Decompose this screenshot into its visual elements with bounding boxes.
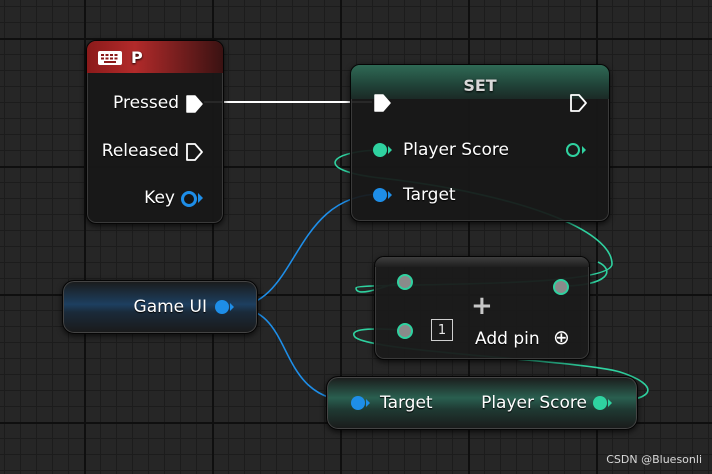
set-target-pin[interactable] xyxy=(373,188,392,202)
add-input-b-circle xyxy=(397,323,413,339)
pressed-label: Pressed xyxy=(113,93,179,113)
key-pin-circle xyxy=(181,191,197,207)
set-exec-out-pin[interactable] xyxy=(569,93,589,113)
game-ui-variable-node[interactable]: Game UI xyxy=(62,280,258,334)
get-player-score-out-pin[interactable] xyxy=(593,396,612,410)
set-target-label: Target xyxy=(403,185,456,205)
blueprint-graph-canvas[interactable]: P Pressed Released Key SET Player Score xyxy=(0,0,712,474)
game-ui-pin-circle xyxy=(215,300,229,314)
add-output-pin[interactable] xyxy=(553,279,569,295)
key-pin-arrow xyxy=(198,193,203,203)
set-player-score-in-pin[interactable] xyxy=(373,143,392,157)
set-score-out-arrow xyxy=(582,146,586,154)
game-ui-pin-arrow xyxy=(230,303,234,311)
set-score-in-arrow xyxy=(388,146,392,154)
get-player-score-label: Player Score xyxy=(481,393,587,413)
set-exec-in-pin[interactable] xyxy=(373,93,393,113)
key-event-node[interactable]: P Pressed Released Key xyxy=(86,40,224,224)
get-target-label: Target xyxy=(380,393,433,413)
game-ui-label: Game UI xyxy=(133,297,207,317)
set-score-in-circle xyxy=(373,143,387,157)
keyboard-icon xyxy=(98,51,122,65)
add-plus-symbol: + xyxy=(471,291,493,321)
key-node-title: P xyxy=(131,48,143,67)
game-ui-output-pin[interactable] xyxy=(215,300,234,314)
set-player-score-out-pin[interactable] xyxy=(566,143,586,157)
add-node-gloss xyxy=(375,257,589,267)
set-player-score-label: Player Score xyxy=(403,140,509,160)
get-target-pin[interactable] xyxy=(351,396,370,410)
key-struct-pin[interactable] xyxy=(181,191,203,207)
get-score-out-circle xyxy=(593,396,607,410)
add-input-a-circle xyxy=(397,274,413,290)
set-node[interactable]: SET Player Score Target xyxy=(350,64,610,222)
key-label: Key xyxy=(144,188,175,208)
set-score-out-circle xyxy=(566,143,580,157)
add-input-a-pin[interactable] xyxy=(397,274,413,290)
set-target-arrow xyxy=(388,191,392,199)
released-label: Released xyxy=(101,141,179,161)
set-target-circle xyxy=(373,188,387,202)
add-default-value-box[interactable]: 1 xyxy=(431,319,453,341)
add-output-circle xyxy=(553,279,569,295)
get-target-circle xyxy=(351,396,365,410)
watermark: CSDN @Bluesonli xyxy=(606,453,702,466)
get-score-out-arrow xyxy=(608,399,612,407)
add-pin-icon[interactable]: ⊕ xyxy=(553,326,570,348)
add-pin-label[interactable]: Add pin xyxy=(475,329,540,349)
get-player-score-node[interactable]: Target Player Score xyxy=(326,376,638,430)
released-exec-pin[interactable] xyxy=(185,142,205,162)
add-input-b-pin[interactable] xyxy=(397,323,413,339)
add-node[interactable]: + 1 Add pin ⊕ xyxy=(374,256,590,360)
pressed-exec-pin[interactable] xyxy=(185,94,205,114)
get-target-arrow xyxy=(366,399,370,407)
